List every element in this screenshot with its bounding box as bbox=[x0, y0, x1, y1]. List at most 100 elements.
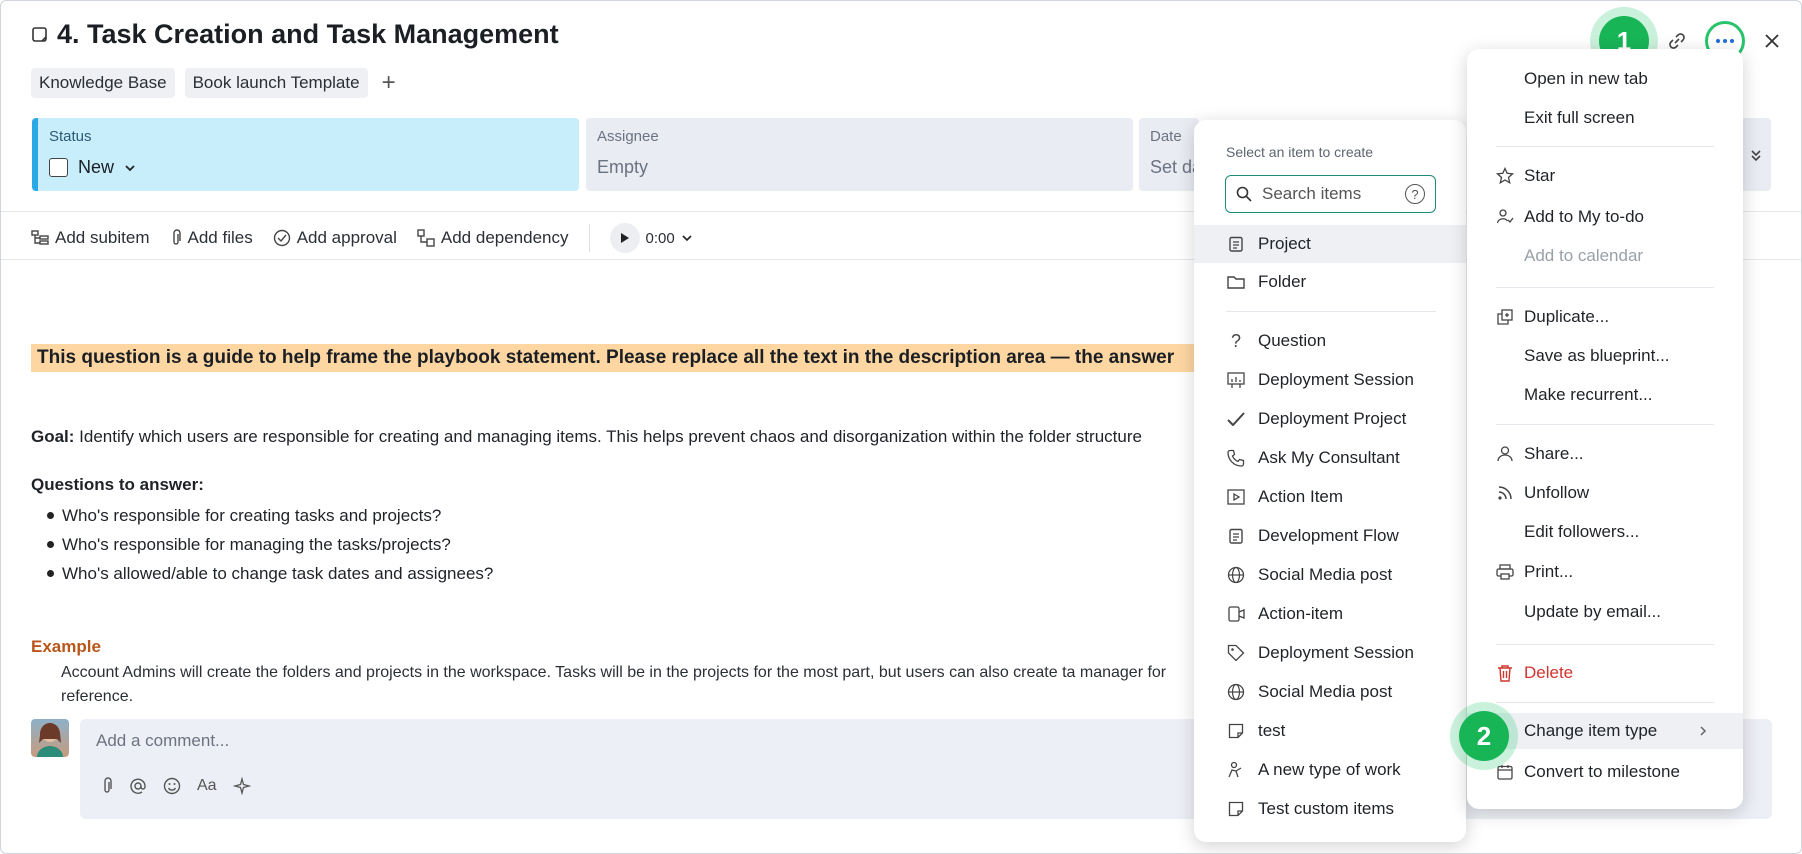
list-item: Who's allowed/able to change task dates … bbox=[47, 559, 493, 588]
note-icon bbox=[1226, 799, 1246, 819]
add-approval-button[interactable]: Add approval bbox=[273, 228, 397, 248]
date-field[interactable]: Date Set dates bbox=[1139, 118, 1199, 191]
tag-book-launch[interactable]: Book launch Template bbox=[184, 68, 368, 98]
folder-icon bbox=[1226, 272, 1246, 292]
expand-fields-button[interactable] bbox=[1741, 118, 1771, 191]
comment-input[interactable]: Add a comment... bbox=[96, 731, 229, 751]
search-icon bbox=[1236, 186, 1252, 202]
clipboard-icon bbox=[1226, 526, 1246, 546]
play-icon[interactable] bbox=[609, 223, 640, 253]
item-label: Deployment Session bbox=[1258, 370, 1414, 389]
item-label: Folder bbox=[1258, 272, 1307, 291]
text-format-icon[interactable]: Aa bbox=[197, 777, 217, 795]
tag-list: Knowledge Base Book launch Template + bbox=[31, 68, 396, 98]
goal-label: Goal: bbox=[31, 427, 75, 446]
menu-edit-followers[interactable]: Edit followers... bbox=[1467, 514, 1743, 550]
goal-paragraph: Goal: Identify which users are responsib… bbox=[31, 427, 1201, 447]
menu-label: Share... bbox=[1524, 444, 1584, 463]
item-label: Ask My Consultant bbox=[1258, 448, 1400, 467]
menu-label: Update by email... bbox=[1524, 602, 1662, 621]
status-label: Status bbox=[49, 128, 92, 145]
link-icon[interactable] bbox=[1667, 31, 1687, 51]
create-item-new-type-of-work[interactable]: A new type of work bbox=[1194, 751, 1466, 789]
menu-make-recurrent[interactable]: Make recurrent... bbox=[1467, 377, 1743, 413]
menu-add-todo[interactable]: Add to My to-do bbox=[1467, 199, 1743, 235]
globe-icon bbox=[1226, 682, 1246, 702]
create-item-social-media-post[interactable]: Social Media post bbox=[1194, 556, 1466, 594]
person-icon bbox=[1226, 760, 1246, 780]
create-item-deployment-session[interactable]: Deployment Session bbox=[1194, 361, 1466, 399]
menu-open-new-tab[interactable]: Open in new tab bbox=[1467, 61, 1743, 97]
menu-save-blueprint[interactable]: Save as blueprint... bbox=[1467, 338, 1743, 374]
add-dependency-button[interactable]: Add dependency bbox=[417, 228, 569, 248]
list-item: Who's responsible for managing the tasks… bbox=[47, 530, 493, 559]
menu-exit-full-screen[interactable]: Exit full screen bbox=[1467, 100, 1743, 136]
create-item-development-flow[interactable]: Development Flow bbox=[1194, 517, 1466, 555]
question-icon: ? bbox=[1230, 330, 1241, 351]
status-checkbox[interactable] bbox=[49, 158, 68, 177]
duplicate-icon bbox=[1496, 308, 1514, 326]
add-files-label: Add files bbox=[187, 228, 253, 247]
create-item-test[interactable]: test bbox=[1194, 712, 1466, 750]
item-label: Deployment Project bbox=[1258, 409, 1407, 428]
menu-unfollow[interactable]: Unfollow bbox=[1467, 475, 1743, 511]
menu-print[interactable]: Print... bbox=[1467, 554, 1743, 590]
example-text: Account Admins will create the folders a… bbox=[61, 664, 1167, 705]
help-icon[interactable]: ? bbox=[1405, 184, 1425, 204]
create-item-project[interactable]: Project bbox=[1194, 225, 1466, 263]
menu-label: Edit followers... bbox=[1524, 522, 1640, 541]
status-field[interactable]: Status New bbox=[32, 118, 579, 191]
close-icon[interactable] bbox=[1763, 32, 1781, 50]
check-icon bbox=[1226, 409, 1246, 429]
menu-label: Exit full screen bbox=[1524, 108, 1635, 127]
subitem-icon bbox=[31, 230, 49, 245]
create-menu-heading: Select an item to create bbox=[1226, 144, 1374, 160]
question-text: Who's allowed/able to change task dates … bbox=[62, 563, 494, 583]
create-item-action-item[interactable]: Action Item bbox=[1194, 478, 1466, 516]
note-icon bbox=[1226, 721, 1246, 741]
create-item-deployment-session-2[interactable]: Deployment Session bbox=[1194, 634, 1466, 672]
dependency-icon bbox=[417, 229, 435, 247]
add-files-button[interactable]: Add files bbox=[170, 228, 253, 248]
create-item-social-media-post-2[interactable]: Social Media post bbox=[1194, 673, 1466, 711]
create-item-ask-consultant[interactable]: Ask My Consultant bbox=[1194, 439, 1466, 477]
create-item-action-item-2[interactable]: Action-item bbox=[1194, 595, 1466, 633]
menu-label: Add to My to-do bbox=[1524, 207, 1645, 226]
menu-star[interactable]: Star bbox=[1467, 158, 1743, 194]
create-item-test-custom-items[interactable]: Test custom items bbox=[1194, 790, 1466, 828]
menu-label: Add to calendar bbox=[1524, 246, 1644, 265]
create-item-question[interactable]: ? Question bbox=[1194, 322, 1466, 360]
avatar bbox=[31, 719, 69, 757]
date-value: Set dates bbox=[1150, 157, 1199, 177]
tag-knowledge-base[interactable]: Knowledge Base bbox=[31, 68, 175, 98]
menu-label: Convert to milestone bbox=[1524, 762, 1680, 781]
more-options-menu: Open in new tab Exit full screen Star Ad… bbox=[1467, 49, 1743, 809]
list-item: Who's responsible for creating tasks and… bbox=[47, 501, 493, 530]
sparkle-icon bbox=[232, 777, 251, 795]
create-item-folder[interactable]: Folder bbox=[1194, 263, 1466, 301]
assignee-field[interactable]: Assignee Empty bbox=[586, 118, 1133, 191]
emoji-icon bbox=[163, 777, 181, 795]
menu-delete[interactable]: Delete bbox=[1467, 655, 1743, 691]
menu-convert-milestone[interactable]: Convert to milestone bbox=[1467, 754, 1743, 790]
menu-separator bbox=[1226, 311, 1436, 312]
add-tag-button[interactable]: + bbox=[382, 71, 396, 95]
menu-update-email[interactable]: Update by email... bbox=[1467, 594, 1743, 630]
assignee-label: Assignee bbox=[597, 128, 659, 145]
guide-highlight-text: This question is a guide to help frame t… bbox=[31, 344, 1201, 372]
menu-share[interactable]: Share... bbox=[1467, 436, 1743, 472]
menu-duplicate[interactable]: Duplicate... bbox=[1467, 299, 1743, 335]
item-label: Development Flow bbox=[1258, 526, 1399, 545]
menu-label: Change item type bbox=[1524, 721, 1658, 740]
page-title[interactable]: 4. Task Creation and Task Management bbox=[57, 19, 559, 50]
search-items-input[interactable]: Search items ? bbox=[1225, 175, 1436, 213]
trash-icon bbox=[1496, 664, 1514, 682]
timer-control[interactable]: 0:00 bbox=[609, 223, 693, 253]
create-item-menu: Select an item to create Search items ? … bbox=[1194, 120, 1466, 842]
menu-label: Print... bbox=[1524, 562, 1574, 581]
create-item-deployment-project[interactable]: Deployment Project bbox=[1194, 400, 1466, 438]
menu-label: Save as blueprint... bbox=[1524, 346, 1670, 365]
add-subitem-button[interactable]: Add subitem bbox=[31, 228, 150, 248]
mention-icon bbox=[130, 778, 146, 794]
example-heading: Example bbox=[31, 637, 101, 656]
